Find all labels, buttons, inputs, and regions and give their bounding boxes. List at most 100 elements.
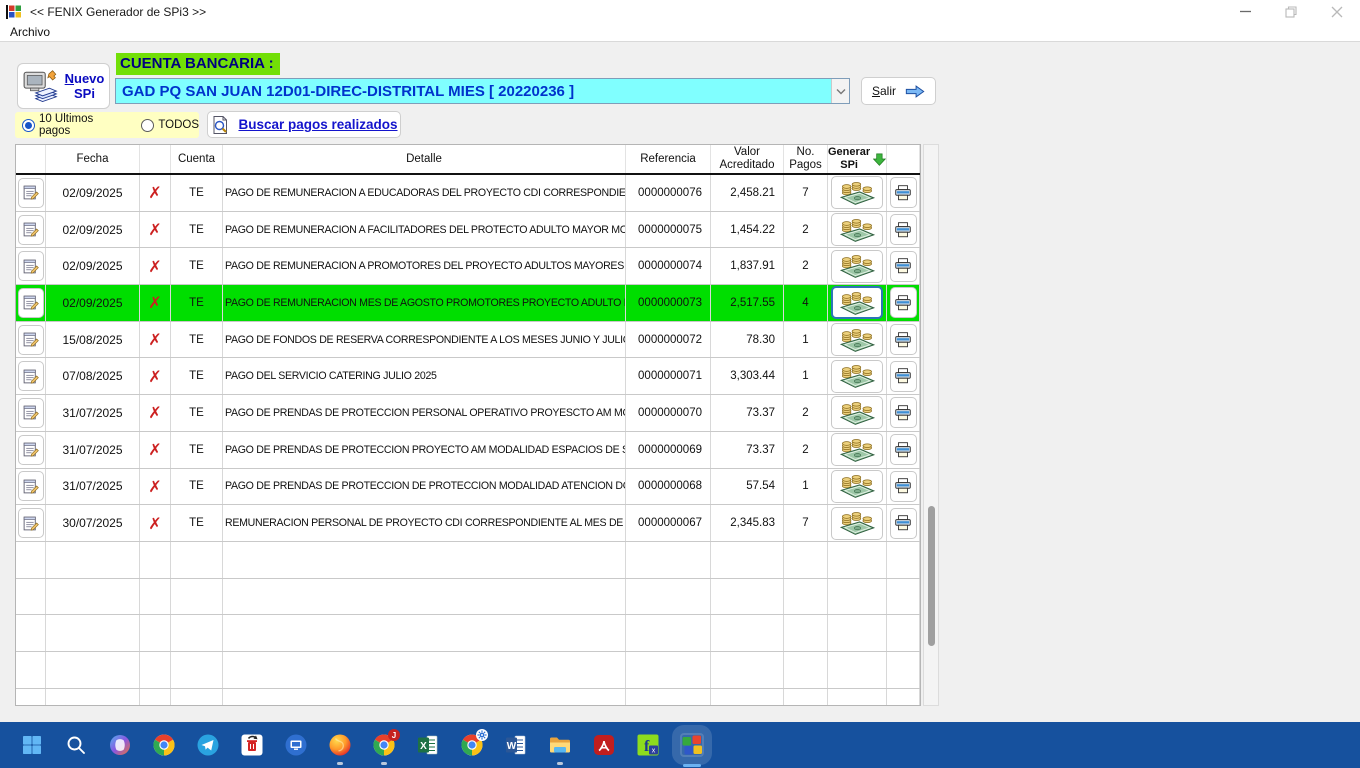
minimize-button[interactable]	[1222, 0, 1268, 23]
acrobat-icon[interactable]	[592, 733, 616, 757]
print-button[interactable]	[890, 508, 917, 539]
buscar-pagos-button[interactable]: Buscar pagos realizados	[207, 111, 401, 138]
print-cell	[887, 395, 920, 431]
file-explorer-icon[interactable]	[548, 733, 572, 757]
delete-cell[interactable]: ✗	[140, 432, 171, 468]
profile-badge: J	[388, 729, 400, 741]
print-button[interactable]	[890, 471, 917, 502]
print-cell	[887, 432, 920, 468]
delete-x-icon[interactable]: ✗	[148, 367, 161, 386]
cuenta-cell: TE	[171, 505, 223, 541]
delete-cell[interactable]: ✗	[140, 469, 171, 505]
valor-cell: 1,837.91	[711, 248, 784, 284]
delete-cell[interactable]: ✗	[140, 248, 171, 284]
print-button[interactable]	[890, 214, 917, 245]
firefox-icon[interactable]	[328, 733, 352, 757]
excel-icon[interactable]: X	[416, 733, 440, 757]
delete-cell[interactable]: ✗	[140, 322, 171, 358]
generar-spi-button[interactable]	[831, 507, 883, 540]
edit-button[interactable]	[18, 178, 44, 208]
account-dropdown[interactable]: GAD PQ SAN JUAN 12D01-DIREC-DISTRITAL MI…	[115, 78, 850, 104]
cuenta-bancaria-label: CUENTA BANCARIA :	[116, 53, 280, 75]
table-row: 30/07/2025✗TEREMUNERACION PERSONAL DE PR…	[16, 505, 920, 542]
running-indicator	[557, 762, 563, 765]
pagos-cell: 2	[784, 212, 828, 248]
edit-button[interactable]	[18, 288, 44, 318]
edit-button[interactable]	[18, 361, 44, 391]
remote-desktop-icon[interactable]	[284, 733, 308, 757]
generar-spi-button[interactable]	[831, 433, 883, 466]
edit-cell	[16, 175, 46, 211]
copilot-icon[interactable]	[108, 733, 132, 757]
generar-spi-button[interactable]	[831, 176, 883, 209]
edit-button[interactable]	[18, 251, 44, 281]
cuenta-cell: TE	[171, 248, 223, 284]
delete-x-icon[interactable]: ✗	[148, 403, 161, 422]
header-valor: Valor Acreditado	[711, 145, 784, 173]
chrome-settings-icon[interactable]	[460, 733, 484, 757]
delete-x-icon[interactable]: ✗	[148, 293, 161, 312]
menu-archivo[interactable]: Archivo	[10, 25, 50, 39]
radio-10-ultimos[interactable]: 10 Ultimos pagos	[22, 113, 127, 137]
referencia-cell: 0000000072	[626, 322, 711, 358]
nuevo-spi-button[interactable]: Nuevo SPi	[17, 63, 110, 109]
delete-cell[interactable]: ✗	[140, 505, 171, 541]
print-button[interactable]	[890, 251, 917, 282]
delete-x-icon[interactable]: ✗	[148, 220, 161, 239]
delete-x-icon[interactable]: ✗	[148, 477, 161, 496]
word-icon[interactable]: W	[504, 733, 528, 757]
edit-button[interactable]	[18, 508, 44, 538]
generar-cell	[828, 175, 887, 211]
fenix-app-icon[interactable]: fx	[636, 733, 660, 757]
delete-x-icon[interactable]: ✗	[148, 330, 161, 349]
generar-spi-button[interactable]	[831, 470, 883, 503]
edit-button[interactable]	[18, 471, 44, 501]
salir-button[interactable]: Salir	[861, 77, 936, 105]
recycle-app-icon[interactable]	[240, 733, 264, 757]
edit-button[interactable]	[18, 215, 44, 245]
generar-spi-button[interactable]	[831, 323, 883, 356]
print-button[interactable]	[890, 434, 917, 465]
edit-button[interactable]	[18, 435, 44, 465]
scrollbar-thumb[interactable]	[928, 506, 935, 646]
spi3-app-icon[interactable]	[680, 733, 704, 757]
delete-cell[interactable]: ✗	[140, 285, 171, 321]
pagos-cell: 7	[784, 175, 828, 211]
chrome-profile-j-icon[interactable]: J	[372, 733, 396, 757]
print-button[interactable]	[890, 177, 917, 208]
generar-spi-button[interactable]	[831, 396, 883, 429]
print-button[interactable]	[890, 361, 917, 392]
radio-todos[interactable]: TODOS	[141, 119, 199, 132]
generar-spi-button[interactable]	[831, 360, 883, 393]
delete-x-icon[interactable]: ✗	[148, 257, 161, 276]
generar-spi-button[interactable]	[831, 213, 883, 246]
print-button[interactable]	[890, 287, 917, 318]
delete-x-icon[interactable]: ✗	[148, 514, 161, 533]
delete-cell[interactable]: ✗	[140, 175, 171, 211]
pagos-cell: 4	[784, 285, 828, 321]
start-button-icon[interactable]	[20, 733, 44, 757]
valor-cell: 2,345.83	[711, 505, 784, 541]
maximize-button[interactable]	[1268, 0, 1314, 23]
pagos-cell: 1	[784, 358, 828, 394]
close-button[interactable]	[1314, 0, 1360, 23]
print-button[interactable]	[890, 324, 917, 355]
delete-cell[interactable]: ✗	[140, 212, 171, 248]
chevron-down-icon[interactable]	[831, 79, 849, 103]
search-icon[interactable]	[64, 733, 88, 757]
vertical-scrollbar[interactable]	[923, 144, 939, 706]
referencia-cell: 0000000071	[626, 358, 711, 394]
generar-spi-button[interactable]	[831, 286, 883, 319]
header-generar: Generar SPi	[828, 145, 887, 173]
chrome-icon[interactable]	[152, 733, 176, 757]
header-detalle: Detalle	[223, 145, 626, 173]
delete-cell[interactable]: ✗	[140, 395, 171, 431]
edit-button[interactable]	[18, 325, 44, 355]
delete-x-icon[interactable]: ✗	[148, 183, 161, 202]
edit-button[interactable]	[18, 398, 44, 428]
telegram-icon[interactable]	[196, 733, 220, 757]
delete-x-icon[interactable]: ✗	[148, 440, 161, 459]
print-button[interactable]	[890, 397, 917, 428]
generar-spi-button[interactable]	[831, 250, 883, 283]
delete-cell[interactable]: ✗	[140, 358, 171, 394]
